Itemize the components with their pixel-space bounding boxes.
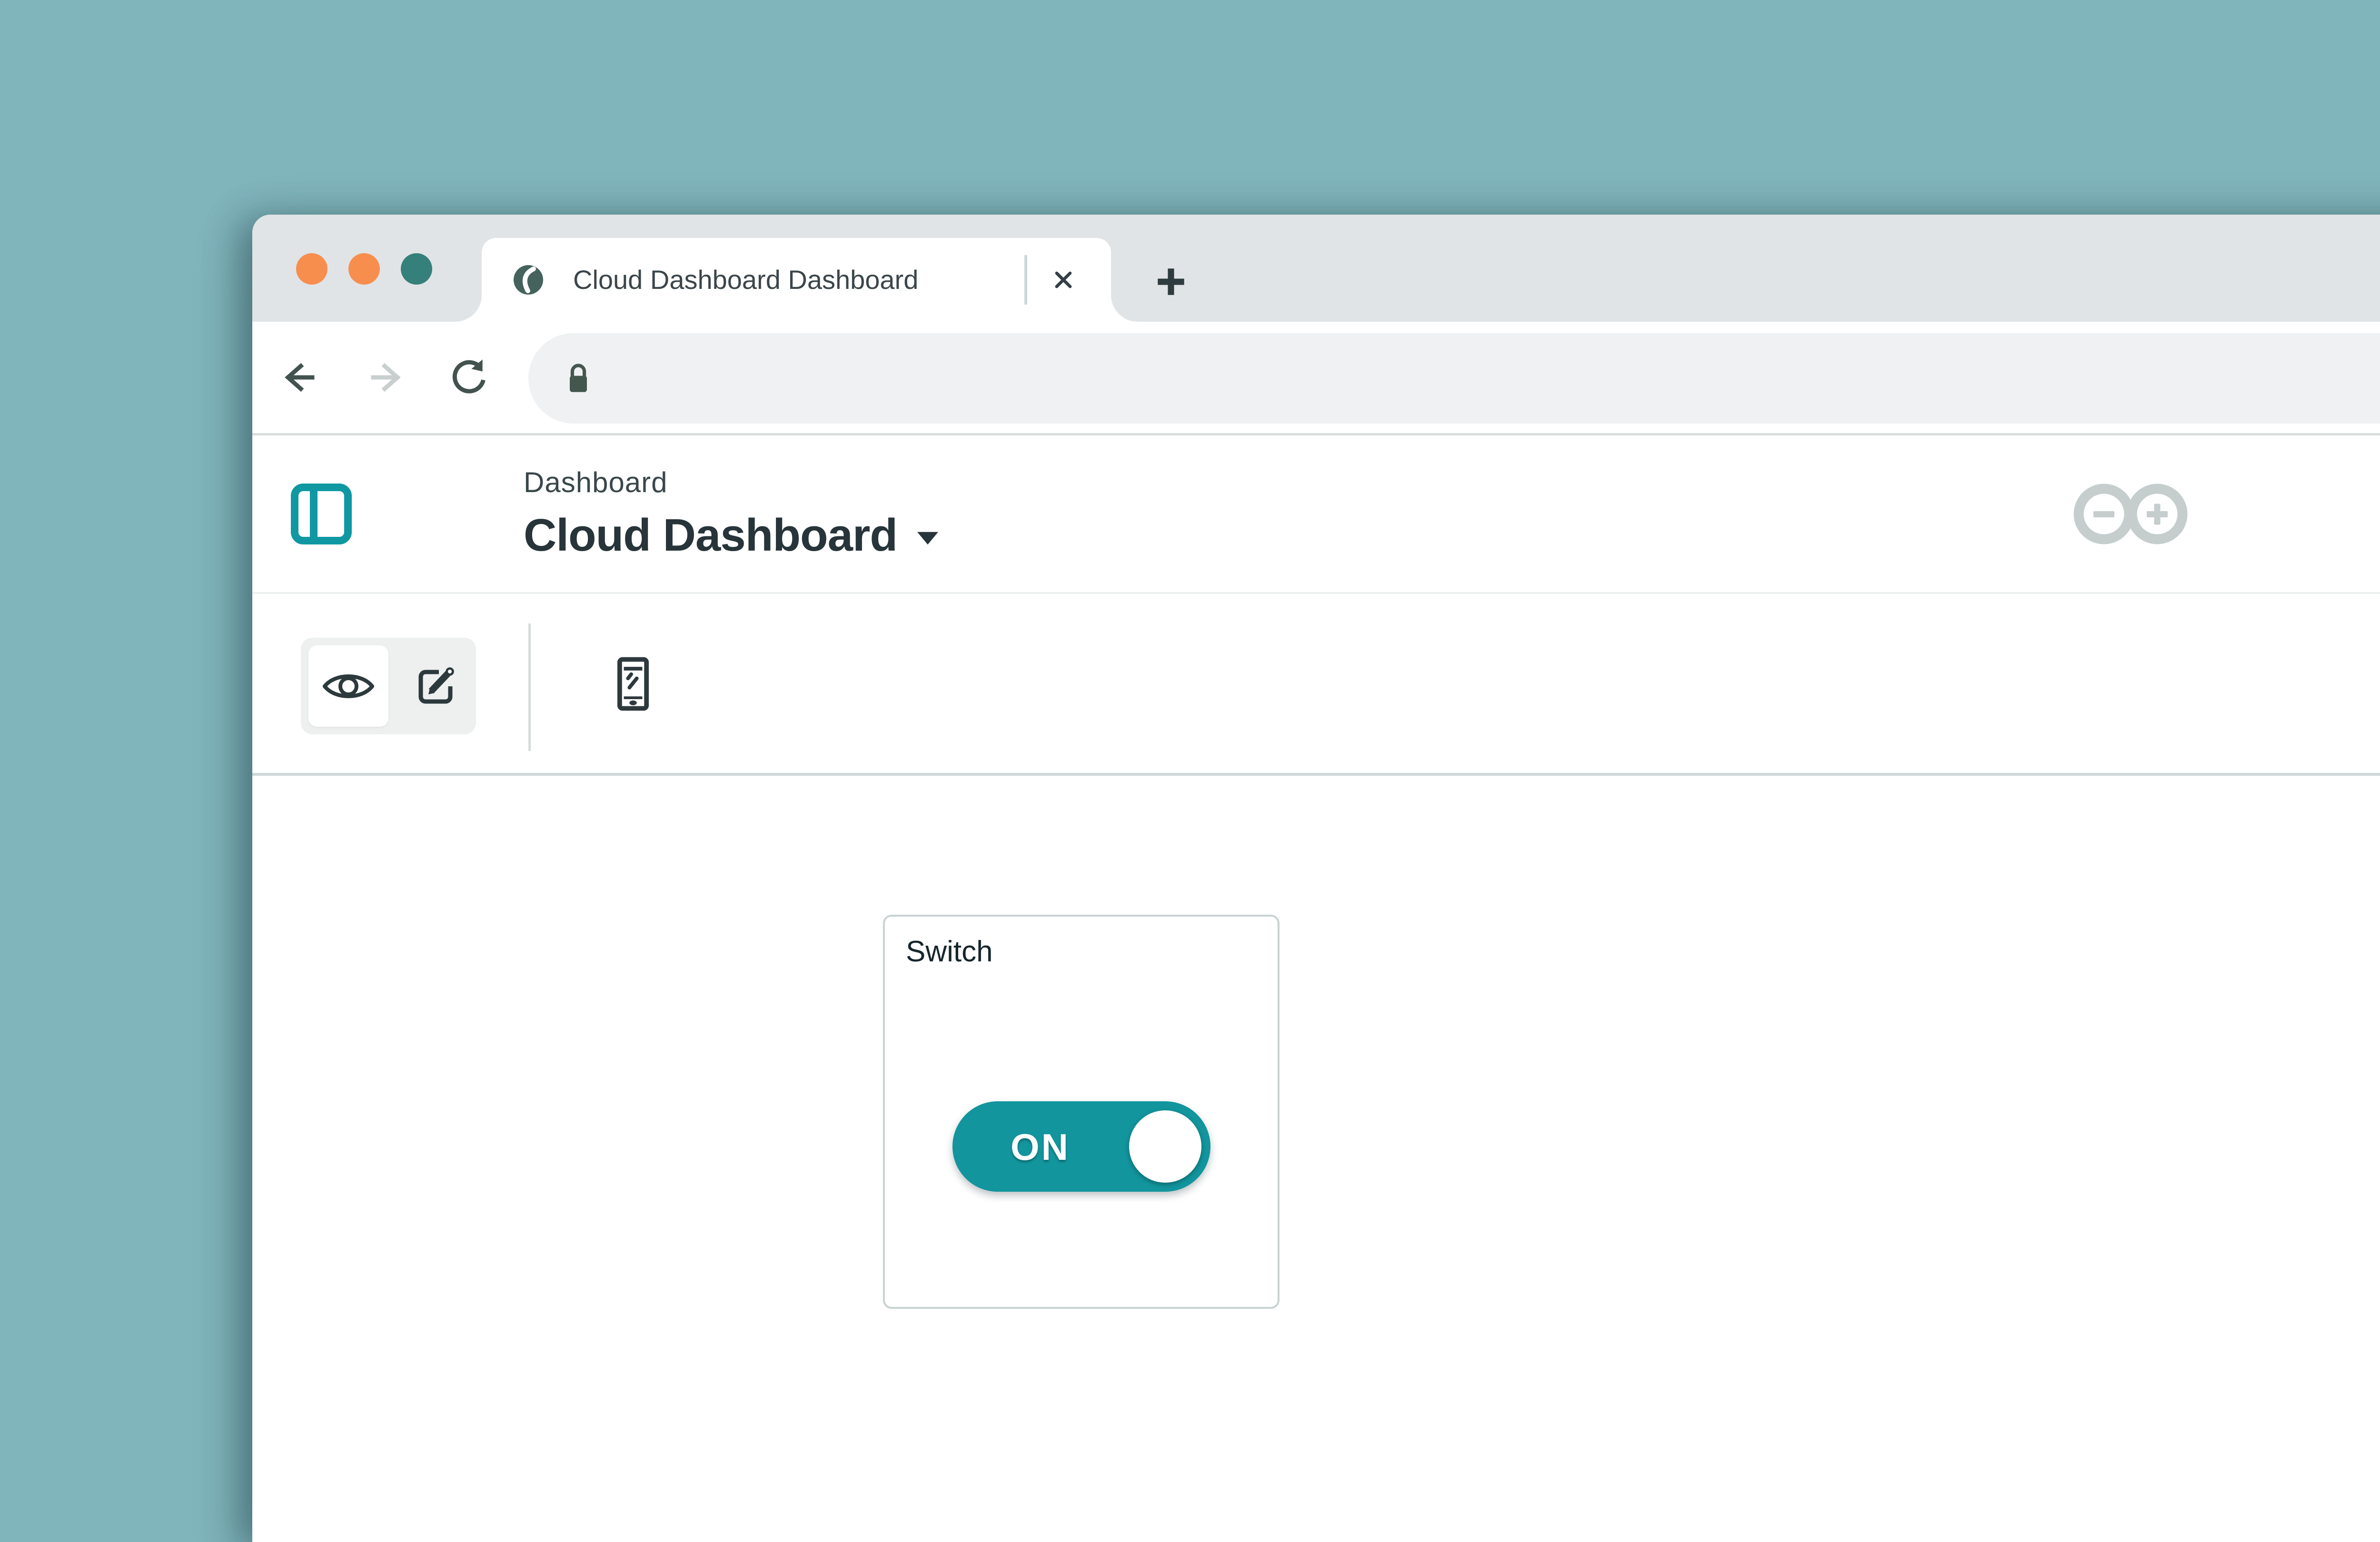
window-control-button[interactable]	[296, 253, 327, 285]
switch-widget-card: Switch ON	[883, 915, 1279, 1309]
close-icon[interactable]	[1051, 267, 1076, 292]
dashboard-selector[interactable]: Cloud Dashboard	[524, 509, 938, 562]
window-control-button[interactable]	[401, 253, 432, 285]
padlock-icon	[565, 362, 591, 395]
toolbar-divider	[528, 623, 531, 751]
pencil-square-icon	[414, 664, 458, 708]
sidebar-layout-icon[interactable]	[290, 483, 352, 545]
eye-icon	[323, 670, 374, 702]
widget-label: Switch	[906, 935, 993, 969]
back-arrow-icon[interactable]	[279, 357, 320, 398]
address-bar[interactable]	[528, 333, 2380, 424]
view-edit-segmented-control	[301, 638, 476, 734]
window-control-button[interactable]	[348, 253, 380, 285]
forward-arrow-icon[interactable]	[365, 357, 406, 398]
dashboard-toolbar	[252, 594, 2380, 776]
view-mode-button[interactable]	[308, 645, 388, 727]
chevron-down-icon[interactable]	[917, 532, 938, 545]
page-eyebrow: Dashboard	[524, 466, 938, 499]
browser-nav-bar	[252, 322, 2380, 435]
tab-separator	[1024, 255, 1027, 305]
window-controls	[296, 253, 432, 285]
browser-window: Cloud Dashboard Dashboard	[252, 215, 2380, 1542]
edit-mode-button[interactable]	[396, 638, 476, 734]
globe-icon	[513, 265, 544, 295]
browser-tab[interactable]: Cloud Dashboard Dashboard	[482, 238, 1111, 322]
tab-strip: Cloud Dashboard Dashboard	[252, 215, 2380, 322]
toggle-knob[interactable]	[1129, 1110, 1201, 1183]
new-tab-button[interactable]	[1154, 265, 1188, 298]
mobile-phone-icon[interactable]	[617, 657, 649, 711]
page-background: { "page": { "background_color": "#80b5bc…	[0, 0, 2380, 1542]
switch-toggle[interactable]: ON	[952, 1101, 1210, 1192]
arduino-infinity-icon	[2071, 483, 2191, 545]
page-title: Cloud Dashboard	[524, 509, 897, 562]
app-header: Dashboard Cloud Dashboard	[252, 435, 2380, 594]
page-titles: Dashboard Cloud Dashboard	[524, 466, 938, 562]
toggle-state-label: ON	[952, 1101, 1129, 1192]
dashboard-content: Switch ON	[252, 776, 2380, 1542]
tab-title-fade	[947, 238, 1013, 322]
reload-icon[interactable]	[448, 357, 489, 398]
